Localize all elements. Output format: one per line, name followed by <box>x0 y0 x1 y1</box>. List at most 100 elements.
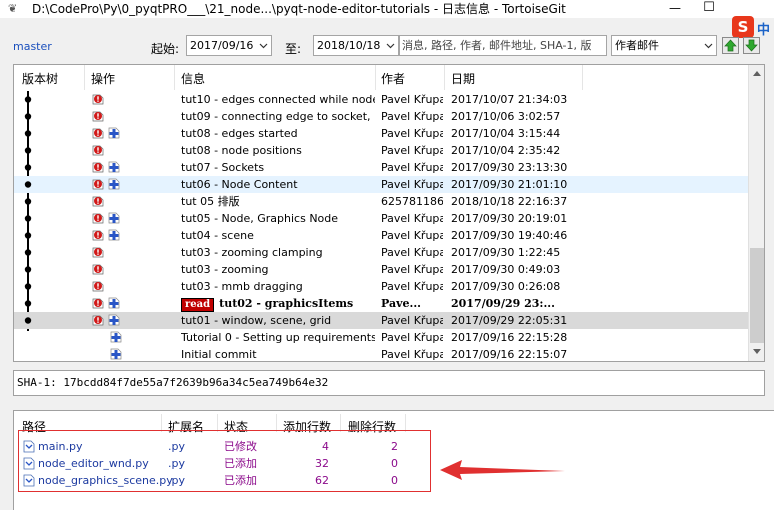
commit-author: Pavel Křupala <box>381 348 443 361</box>
next-result-button[interactable] <box>743 37 760 54</box>
commit-message: tut03 - zooming <box>181 262 375 277</box>
modified-icon <box>92 213 104 224</box>
commit-message: Tutorial 0 - Setting up requirements <box>181 330 375 345</box>
column-header-message[interactable]: 信息 <box>181 70 205 87</box>
table-row[interactable]: tut 05 排版 625781186 2018/10/18 22:16:37 <box>14 193 748 210</box>
commit-author: Pavel Křupala <box>381 93 443 106</box>
commit-node-icon <box>24 283 32 290</box>
table-row[interactable]: tut06 - Node Content Pavel Křupala 2017/09… <box>14 176 748 193</box>
commit-message-text: tut01 - window, scene, grid <box>181 314 332 327</box>
table-row[interactable]: tut01 - window, scene, grid Pavel Křupala… <box>14 312 748 329</box>
table-row[interactable]: tut05 - Node, Graphics Node Pavel Křupala… <box>14 210 748 227</box>
added-icon <box>108 212 120 224</box>
table-row[interactable]: tut07 - Sockets Pavel Křupala 2017/09/30 2… <box>14 159 748 176</box>
log-search-input[interactable]: 消息, 路径, 作者, 邮件地址, SHA-1, 版 <box>399 35 607 56</box>
minimize-button[interactable]: — <box>663 0 687 18</box>
commit-message-text: tut07 - Sockets <box>181 161 265 174</box>
modified-icon <box>92 315 104 326</box>
table-row[interactable]: tut03 - zooming clamping Pavel Křupala 201… <box>14 244 748 261</box>
commit-date: 2017/09/30 21:01:10 <box>451 178 568 191</box>
commit-date: 2017/09/30 0:49:03 <box>451 263 561 276</box>
commit-date: 2017/09/30 0:26:08 <box>451 280 561 293</box>
commit-message-text: tut04 - scene <box>181 229 254 242</box>
modified-icon <box>92 145 104 156</box>
table-row[interactable]: read tut02 - graphicsItems Pave... 2017/09/… <box>14 295 748 312</box>
table-row[interactable]: tut10 - edges connected while node... Pav… <box>14 91 748 108</box>
scrollbar-thumb[interactable] <box>750 248 764 343</box>
scroll-up-icon[interactable] <box>753 71 761 76</box>
ime-language-indicator[interactable]: 中 <box>757 19 770 38</box>
commit-message-text: tut06 - Node Content <box>181 178 298 191</box>
modified-icon <box>92 247 104 258</box>
maximize-button[interactable]: ☐ <box>697 0 721 18</box>
modified-icon <box>92 230 104 241</box>
commit-node-icon <box>24 317 32 324</box>
commit-author: Pavel Křupala <box>381 212 443 225</box>
table-row[interactable]: tut08 - edges started Pavel Křupala 2017/1… <box>14 125 748 142</box>
column-header-graph[interactable]: 版本树 <box>22 70 58 87</box>
commit-date: 2017/10/04 3:15:44 <box>451 127 561 140</box>
commit-date: 2017/09/29 23:... <box>451 297 555 310</box>
commit-message: tut07 - Sockets <box>181 160 375 175</box>
commit-author: Pave... <box>381 297 421 310</box>
table-row[interactable]: Initial commit Pavel Křupala 2017/09/16 22… <box>14 346 748 362</box>
table-row[interactable]: tut08 - node positions Pavel Křupala 2017/… <box>14 142 748 159</box>
previous-result-button[interactable] <box>722 37 739 54</box>
added-icon <box>108 127 120 139</box>
commit-message-box[interactable]: SHA-1: 17bcdd84f7de55a7f2639b96a34c5ea74… <box>13 370 765 396</box>
commit-message-text: tut03 - mmb dragging <box>181 280 303 293</box>
commit-message-text: tut05 - Node, Graphics Node <box>181 212 339 225</box>
log-list-header: 版本树 操作 信息 作者 日期 <box>14 65 748 90</box>
column-header-date[interactable]: 日期 <box>451 70 475 87</box>
modified-icon <box>92 179 104 190</box>
modified-icon <box>92 128 104 139</box>
commit-date: 2017/09/16 22:15:28 <box>451 331 568 344</box>
commit-node-icon <box>23 346 33 362</box>
annotation-arrow-icon <box>440 460 565 480</box>
from-date-picker[interactable]: 2017/09/16 <box>186 35 272 56</box>
commit-node-icon <box>23 329 33 346</box>
modified-icon <box>92 111 104 122</box>
arrow-down-icon <box>745 39 758 52</box>
log-vertical-scrollbar[interactable] <box>748 65 764 361</box>
branch-link[interactable]: master <box>13 40 52 53</box>
sha-text: SHA-1: 17bcdd84f7de55a7f2639b96a34c5ea74… <box>17 376 329 389</box>
table-row[interactable]: Tutorial 0 - Setting up requirements Pave… <box>14 329 748 346</box>
from-date-value: 2017/09/16 <box>190 39 254 52</box>
commit-date: 2017/09/30 1:22:45 <box>451 246 561 259</box>
table-row[interactable]: tut09 - connecting edge to socket, ... Pa… <box>14 108 748 125</box>
commit-node-icon <box>24 249 32 256</box>
window-title: D:\CodePro\Py\0_pyqtPRO___\21_node...\py… <box>32 2 566 16</box>
commit-log-list[interactable]: 版本树 操作 信息 作者 日期 tut10 - edges connected … <box>13 64 765 362</box>
commit-message: tut08 - edges started <box>181 126 375 141</box>
commit-author: Pavel Křupala <box>381 246 443 259</box>
commit-node-icon <box>24 96 32 103</box>
scroll-down-icon[interactable] <box>753 349 761 354</box>
commit-message-text: Tutorial 0 - Setting up requirements <box>181 331 375 344</box>
table-row[interactable]: tut03 - zooming Pavel Křupala 2017/09/30 0… <box>14 261 748 278</box>
table-row[interactable]: tut04 - scene Pavel Křupala 2017/09/30 19:… <box>14 227 748 244</box>
commit-date: 2017/09/30 19:40:46 <box>451 229 568 242</box>
commit-author: Pavel Křupala <box>381 110 443 123</box>
added-icon <box>110 331 122 343</box>
chevron-down-icon <box>386 43 395 49</box>
commit-date: 2017/09/30 23:13:30 <box>451 161 568 174</box>
ime-sogou-icon[interactable]: S <box>732 16 754 38</box>
commit-date: 2017/10/04 2:35:42 <box>451 144 561 157</box>
column-header-actions[interactable]: 操作 <box>91 70 115 87</box>
added-icon <box>108 297 120 309</box>
commit-node-icon <box>24 198 32 205</box>
search-filter-select[interactable]: 作者邮件 <box>611 35 717 56</box>
commit-author: Pavel Křupala <box>381 178 443 191</box>
added-icon <box>108 178 120 190</box>
column-header-author[interactable]: 作者 <box>381 70 405 87</box>
commit-node-icon <box>24 181 32 188</box>
commit-message-text: tut02 - graphicsItems <box>219 297 354 310</box>
commit-node-icon <box>24 130 32 137</box>
to-date-picker[interactable]: 2018/10/18 <box>313 35 399 56</box>
commit-author: Pavel Křupala <box>381 314 443 327</box>
table-row[interactable]: tut03 - mmb dragging Pavel Křupala 2017/09… <box>14 278 748 295</box>
commit-message-text: Initial commit <box>181 348 257 361</box>
commit-author: Pavel Křupala <box>381 280 443 293</box>
modified-icon <box>92 298 104 309</box>
